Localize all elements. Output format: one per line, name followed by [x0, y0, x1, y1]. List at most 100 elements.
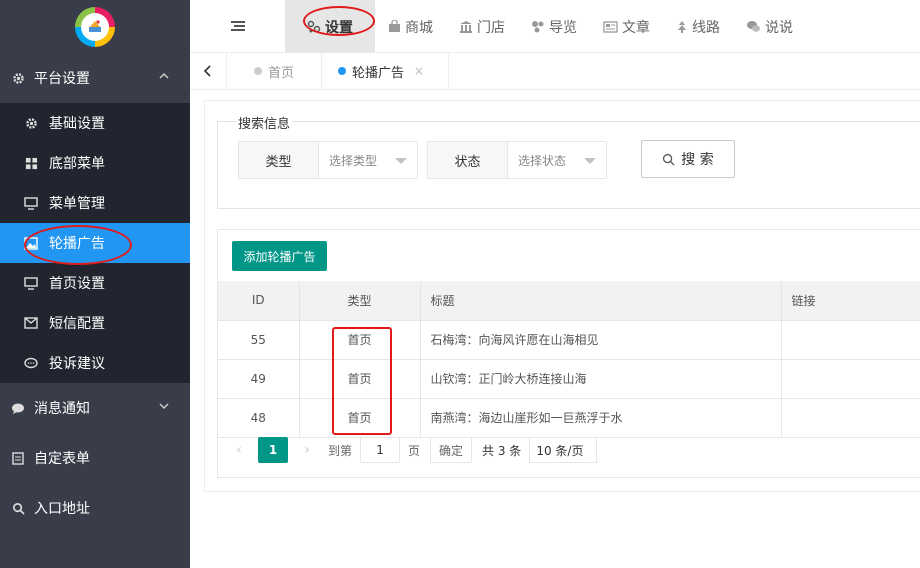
cell-id: 55 — [218, 320, 300, 360]
tab-carousel-ads[interactable]: 轮播广告 × — [322, 52, 449, 90]
search-icon — [662, 153, 675, 166]
table-row[interactable]: 55 首页 石梅湾：向海风许愿在山海相见 — [218, 320, 920, 360]
sidebar-item-menu-management[interactable]: 菜单管理 — [0, 183, 190, 223]
sidebar-item-label: 菜单管理 — [49, 196, 105, 212]
monitor-icon — [24, 276, 38, 290]
sidebar-group-custom-forms[interactable]: 自定表单 — [0, 433, 190, 483]
chevron-left-icon — [203, 65, 211, 77]
pager-confirm-button[interactable]: 确定 — [430, 437, 473, 463]
sidebar-item-carousel-ads[interactable]: 轮播广告 — [0, 223, 190, 263]
sidebar-item-home-settings[interactable]: 首页设置 — [0, 263, 190, 303]
ads-table-panel: 添加轮播广告 ID 类型 标题 链接 55 首页 石梅湾：向海风许愿在山海相见 — [217, 229, 920, 478]
status-filter-label: 状态 — [428, 142, 508, 178]
pager-prev-icon[interactable]: ‹ — [224, 442, 254, 458]
gear-icon — [10, 72, 26, 85]
chevron-up-icon — [158, 70, 170, 86]
type-filter: 类型 选择类型 — [238, 141, 418, 179]
sidebar-item-label: 短信配置 — [49, 316, 105, 332]
envelope-icon — [24, 317, 38, 329]
nav-item-label: 线路 — [692, 19, 720, 36]
sidebar-group-label: 入口地址 — [34, 501, 90, 517]
search-legend: 搜索信息 — [236, 113, 293, 132]
main-content: 搜索信息 类型 选择类型 状态 选择状态 搜 索 添加轮播广告 ID 类型 标题… — [204, 100, 920, 492]
column-header-id[interactable]: ID — [218, 281, 300, 321]
nav-item-stores[interactable]: 门店 — [446, 0, 518, 53]
ads-table: ID 类型 标题 链接 55 首页 石梅湾：向海风许愿在山海相见 49 首页 山… — [218, 281, 920, 438]
pager-next-icon[interactable]: › — [292, 442, 322, 458]
cell-id: 49 — [218, 359, 300, 399]
sidebar-submenu: 基础设置 底部菜单 菜单管理 轮播广告 首页设置 短信配置 投诉建议 — [0, 103, 190, 383]
speech-icon — [24, 357, 38, 370]
sidebar-group-label: 平台设置 — [34, 71, 90, 87]
sidebar-item-complaints[interactable]: 投诉建议 — [0, 343, 190, 383]
settings-nodes-icon — [307, 20, 321, 34]
cell-link — [781, 359, 920, 399]
tab-back-button[interactable] — [190, 52, 227, 90]
pager-page-input[interactable]: 1 — [360, 437, 401, 463]
image-icon — [24, 236, 38, 250]
nav-item-settings[interactable]: 设置 — [285, 0, 375, 53]
pager-page-unit: 页 — [408, 443, 421, 458]
sidebar-group-entry-address[interactable]: 入口地址 — [0, 483, 190, 533]
search-panel: 搜索信息 类型 选择类型 状态 选择状态 搜 索 — [217, 113, 920, 209]
sidebar-item-sms-config[interactable]: 短信配置 — [0, 303, 190, 343]
nodes-icon — [531, 20, 545, 33]
sidebar-item-label: 基础设置 — [49, 116, 105, 132]
sidebar-item-label: 首页设置 — [49, 276, 105, 292]
nav-item-moments[interactable]: 说说 — [733, 0, 806, 53]
sidebar-group-label: 消息通知 — [34, 401, 90, 417]
search-icon — [10, 502, 26, 515]
monitor-icon — [24, 196, 38, 210]
search-button[interactable]: 搜 索 — [641, 140, 735, 178]
nav-item-routes[interactable]: 线路 — [663, 0, 733, 53]
tab-home[interactable]: 首页 — [227, 52, 322, 90]
form-icon — [10, 451, 26, 465]
sidebar-item-label: 底部菜单 — [49, 156, 105, 172]
search-button-label: 搜 索 — [681, 152, 714, 168]
nav-item-mall[interactable]: 商城 — [375, 0, 446, 53]
pagination: ‹ 1 › 到第 1 页 确定 共 3 条 10 条/页 — [218, 435, 920, 465]
status-select[interactable]: 选择状态 — [508, 142, 606, 178]
type-select[interactable]: 选择类型 — [319, 142, 417, 178]
gear-icon — [24, 117, 38, 130]
logo-figure-icon — [89, 19, 101, 32]
cell-type: 首页 — [299, 398, 421, 438]
grid-icon — [24, 157, 38, 170]
cell-type: 首页 — [299, 320, 421, 360]
wechat-icon — [746, 20, 761, 33]
nav-item-label: 导览 — [549, 19, 577, 36]
add-carousel-ad-button[interactable]: 添加轮播广告 — [232, 241, 327, 271]
pager-current-page[interactable]: 1 — [258, 437, 288, 463]
sidebar-item-basic-settings[interactable]: 基础设置 — [0, 103, 190, 143]
sidebar-item-bottom-menu[interactable]: 底部菜单 — [0, 143, 190, 183]
sidebar-group-label: 自定表单 — [34, 451, 90, 467]
menu-toggle-button[interactable] — [190, 0, 285, 52]
dropdown-arrow-icon — [584, 158, 596, 164]
status-select-placeholder: 选择状态 — [518, 153, 567, 168]
table-row[interactable]: 48 首页 南燕湾：海边山崖形如一巨燕浮于水 — [218, 398, 920, 438]
cell-link — [781, 398, 920, 438]
column-header-link[interactable]: 链接 — [781, 281, 920, 321]
pager-total: 共 3 条 — [482, 443, 522, 458]
close-icon[interactable]: × — [414, 64, 424, 78]
table-row[interactable]: 49 首页 山钦湾：正门岭大桥连接山海 — [218, 359, 920, 399]
news-icon — [603, 20, 618, 33]
hamburger-icon — [230, 21, 245, 31]
cell-title: 南燕湾：海边山崖形如一巨燕浮于水 — [420, 398, 782, 438]
app-logo[interactable] — [75, 6, 115, 47]
bank-icon — [459, 20, 473, 33]
tab-status-dot — [338, 67, 346, 75]
column-header-title[interactable]: 标题 — [420, 281, 782, 321]
sidebar-group-platform-settings[interactable]: 平台设置 — [0, 53, 190, 103]
cell-type: 首页 — [299, 359, 421, 399]
tab-label: 首页 — [267, 65, 294, 81]
sidebar-group-notifications[interactable]: 消息通知 — [0, 383, 190, 433]
type-select-placeholder: 选择类型 — [329, 153, 378, 168]
pager-size-select[interactable]: 10 条/页 — [529, 437, 598, 463]
cell-title: 山钦湾：正门岭大桥连接山海 — [420, 359, 782, 399]
nav-item-guide[interactable]: 导览 — [518, 0, 590, 53]
nav-item-articles[interactable]: 文章 — [590, 0, 663, 53]
cell-title: 石梅湾：向海风许愿在山海相见 — [420, 320, 782, 360]
column-header-type[interactable]: 类型 — [299, 281, 421, 321]
table-header-row: ID 类型 标题 链接 — [218, 281, 920, 321]
